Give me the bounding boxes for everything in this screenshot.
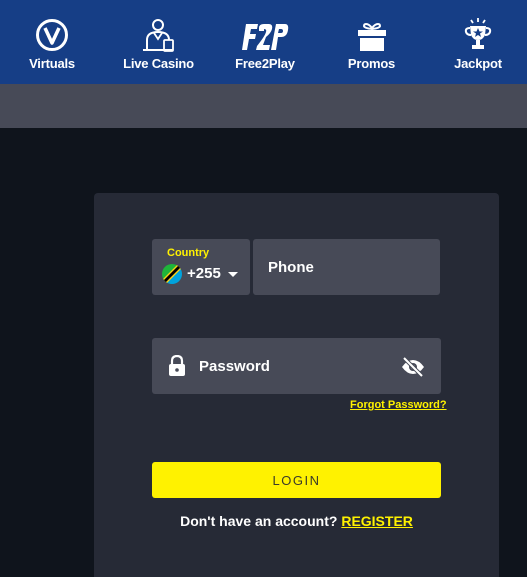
nav-virtuals-label: Virtuals: [29, 56, 75, 71]
f2p-logo-icon: [241, 16, 289, 52]
nav-live-casino-label: Live Casino: [123, 56, 194, 71]
password-field: [152, 338, 441, 394]
top-navigation: Virtuals Live Casino Free2Play Promos Ja…: [0, 0, 527, 84]
nav-free2play[interactable]: Free2Play: [227, 0, 303, 84]
country-selector[interactable]: Country +255: [152, 239, 250, 295]
nav-promos-label: Promos: [347, 56, 396, 71]
gift-icon: [356, 16, 388, 52]
tanzania-flag-icon: [162, 264, 182, 284]
chevron-down-icon: [228, 272, 238, 277]
password-input[interactable]: [192, 338, 392, 394]
eye-slash-icon[interactable]: [401, 356, 425, 382]
login-button[interactable]: LOGIN: [152, 462, 441, 498]
nav-jackpot[interactable]: Jackpot: [440, 0, 516, 84]
country-label: Country: [167, 247, 210, 259]
dealer-icon: [142, 16, 176, 52]
virtuals-v-icon: [35, 16, 69, 52]
forgot-password-link[interactable]: Forgot Password?: [350, 399, 447, 411]
register-prompt: Don't have an account? REGISTER: [94, 513, 499, 529]
nav-live-casino[interactable]: Live Casino: [121, 0, 197, 84]
lock-icon: [168, 354, 186, 382]
nav-virtuals[interactable]: Virtuals: [14, 0, 90, 84]
register-link[interactable]: REGISTER: [341, 513, 413, 529]
no-account-text: Don't have an account?: [180, 513, 338, 529]
nav-jackpot-label: Jackpot: [454, 56, 502, 71]
trophy-icon: [463, 16, 493, 52]
login-card: Country +255 Phone Forgot Password? LOGI…: [94, 193, 499, 577]
sub-header-bar: [0, 84, 527, 128]
country-code: +255: [187, 265, 221, 282]
phone-input[interactable]: [253, 239, 440, 295]
nav-free2play-label: Free2Play: [235, 56, 295, 71]
nav-promos[interactable]: Promos: [334, 0, 410, 84]
